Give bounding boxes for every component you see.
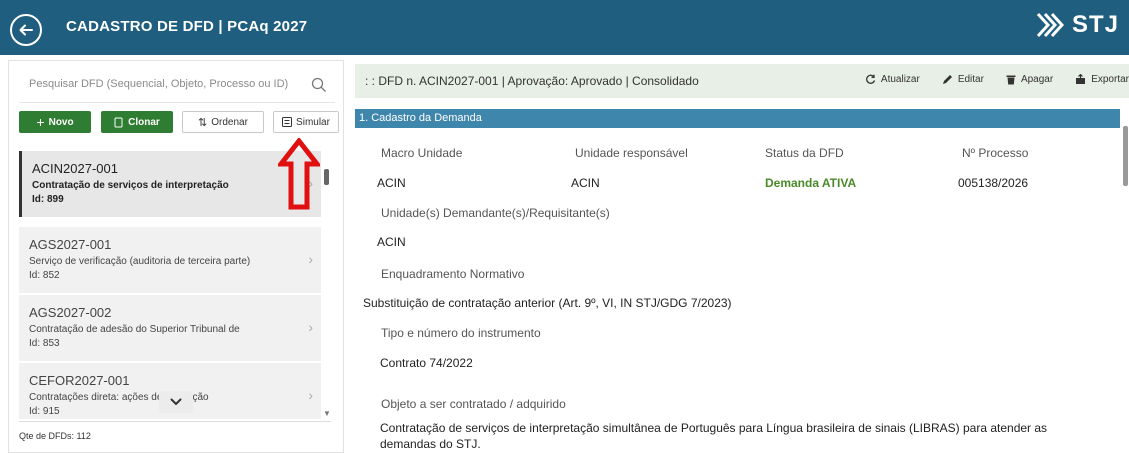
instrumento-label: Tipo e número do instrumento: [381, 326, 541, 340]
enquadramento-value: Substituição de contratação anterior (Ar…: [363, 296, 732, 310]
item-id: Id: 853: [29, 338, 60, 349]
status-label: Status da DFD: [765, 146, 844, 160]
list-item[interactable]: ACIN2027-001 Contratação de serviços de …: [19, 151, 321, 217]
export-icon: [1076, 74, 1086, 84]
clonar-label: Clonar: [128, 116, 160, 128]
chevron-down-icon: [170, 398, 182, 406]
refresh-icon: [865, 74, 876, 84]
dfd-summary: : : DFD n. ACIN2027-001 | Aprovação: Apr…: [365, 74, 699, 88]
back-button[interactable]: [10, 14, 42, 46]
item-code: CEFOR2027-001: [29, 373, 130, 388]
dfd-list-panel: + Novo Clonar ⇅ Ordenar Simular ACIN2027…: [8, 60, 344, 453]
details-scrollbar[interactable]: [1122, 112, 1129, 453]
processo-value: 005138/2026: [958, 176, 1029, 190]
list-item[interactable]: AGS2027-002 Contratação de adesão do Sup…: [19, 295, 321, 361]
simular-button[interactable]: Simular: [273, 111, 339, 133]
list-scrollbar[interactable]: ▼: [322, 169, 331, 419]
search-box: [19, 69, 335, 103]
arrow-left-icon: [19, 24, 33, 36]
item-description: Contratação de adesão do Superior Tribun…: [29, 324, 240, 335]
enquadramento-label: Enquadramento Normativo: [381, 267, 525, 281]
annotation-arrow-icon: [278, 138, 320, 210]
item-code: AGS2027-001: [29, 237, 112, 252]
dfd-count: Qte de DFDs: 112: [19, 431, 91, 441]
editar-label: Editar: [957, 74, 984, 85]
details-scroll-thumb[interactable]: [1123, 126, 1128, 186]
trash-icon: [1006, 75, 1016, 85]
chevron-right-icon: ›: [308, 387, 313, 403]
exportar-button[interactable]: Exportar: [1075, 74, 1129, 85]
list-item[interactable]: AGS2027-001 Serviço de verificação (audi…: [19, 227, 321, 293]
unidade-responsavel-value: ACIN: [571, 176, 600, 190]
objeto-value-line1: Contratação de serviços de interpretação…: [380, 421, 1048, 435]
exportar-label: Exportar: [1091, 74, 1129, 85]
scroll-thumb[interactable]: [324, 169, 329, 185]
sort-icon: ⇅: [198, 116, 208, 129]
ordenar-label: Ordenar: [211, 116, 248, 128]
stj-emblem-icon: [1036, 12, 1065, 38]
search-input[interactable]: [29, 78, 299, 90]
macro-unidade-value: ACIN: [377, 176, 406, 190]
item-description: Serviço de verificação (auditoria de ter…: [29, 256, 251, 267]
calculator-icon: [282, 117, 293, 127]
apagar-label: Apagar: [1020, 74, 1054, 85]
apagar-button[interactable]: Apagar: [1006, 74, 1053, 85]
unidade-responsavel-label: Unidade responsável: [575, 146, 688, 160]
item-id: Id: 899: [32, 194, 64, 205]
item-code: AGS2027-002: [29, 305, 112, 320]
objeto-label: Objeto a ser contratado / adquirido: [381, 397, 566, 411]
macro-unidade-label: Macro Unidade: [381, 146, 463, 160]
simular-label: Simular: [296, 116, 330, 128]
item-id: Id: 915: [29, 406, 60, 417]
stj-logo: STJ: [1036, 11, 1119, 39]
app-title: CADASTRO DE DFD | PCAq 2027: [66, 18, 308, 35]
logo-text: STJ: [1071, 11, 1119, 38]
demandante-label: Unidade(s) Demandante(s)/Requisitante(s): [381, 206, 610, 220]
clonar-button[interactable]: Clonar: [101, 111, 173, 133]
chevron-right-icon: ›: [308, 251, 313, 267]
ordenar-button[interactable]: ⇅ Ordenar: [182, 111, 264, 133]
atualizar-button[interactable]: Atualizar: [865, 74, 920, 85]
chevron-right-icon: ›: [308, 319, 313, 335]
top-bar: CADASTRO DE DFD | PCAq 2027 STJ: [0, 0, 1129, 55]
processo-label: Nº Processo: [962, 146, 1029, 160]
search-icon[interactable]: [311, 77, 327, 93]
dfd-info-bar: : : DFD n. ACIN2027-001 | Aprovação: Apr…: [355, 64, 1129, 98]
copy-icon: [114, 117, 123, 127]
pencil-icon: [942, 75, 952, 84]
plus-icon: +: [36, 114, 45, 130]
instrumento-value: Contrato 74/2022: [380, 356, 473, 370]
novo-button[interactable]: + Novo: [19, 111, 91, 133]
scroll-more-button[interactable]: [159, 391, 193, 413]
demandante-value: ACIN: [377, 235, 406, 249]
section-header[interactable]: 1. Cadastro da Demanda: [355, 109, 1120, 128]
divider: [19, 421, 331, 422]
scroll-down-icon[interactable]: ▼: [323, 409, 331, 418]
item-code: ACIN2027-001: [32, 161, 118, 176]
item-id: Id: 852: [29, 270, 60, 281]
objeto-value-line2: demandas do STJ.: [380, 437, 481, 451]
actions-toolbar: Atualizar Editar Apagar Exportar: [865, 74, 1129, 85]
novo-label: Novo: [48, 116, 74, 128]
status-value: Demanda ATIVA: [765, 176, 857, 190]
editar-button[interactable]: Editar: [942, 74, 984, 85]
atualizar-label: Atualizar: [880, 74, 920, 85]
item-description: Contratação de serviços de interpretação: [32, 180, 229, 191]
